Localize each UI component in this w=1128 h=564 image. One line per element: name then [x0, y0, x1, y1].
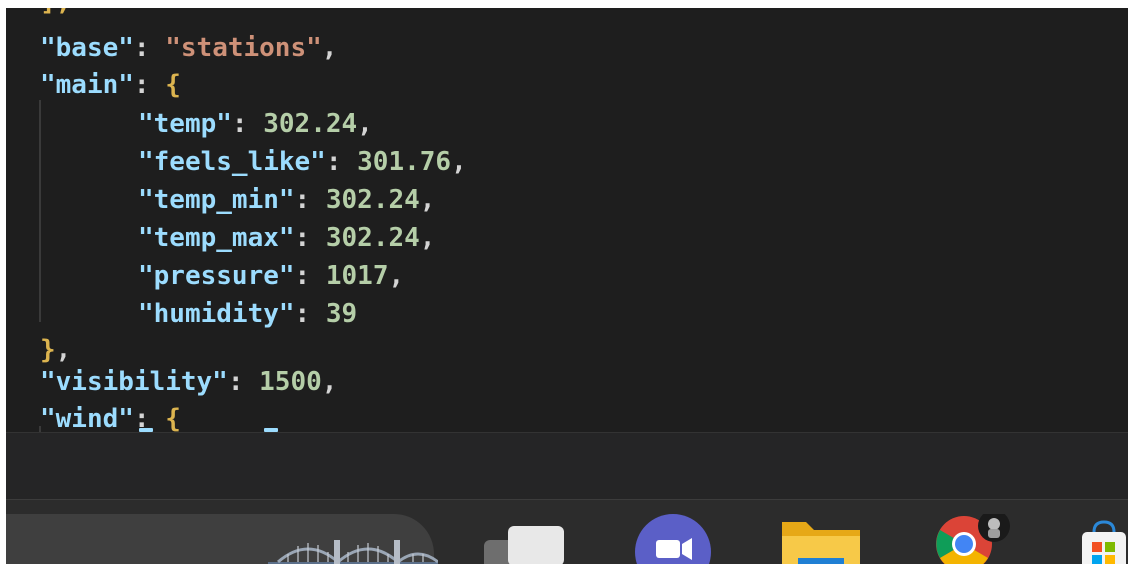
- code-line: "base": "stations",: [40, 33, 338, 63]
- json-number-value: 1017: [325, 261, 389, 291]
- code-line: "temp_max": 302.24,: [138, 223, 436, 253]
- code-line: "feels_like": 301.76,: [138, 147, 467, 177]
- chrome-icon[interactable]: [918, 514, 1018, 564]
- code-line: "temp_min": 302.24,: [138, 185, 436, 215]
- taskbar: [6, 499, 1128, 564]
- code-line: "main": {: [40, 70, 181, 100]
- close-brace: }: [40, 335, 56, 365]
- json-number-value: 302.24: [325, 223, 420, 253]
- json-key: "temp_min": [138, 185, 295, 215]
- code-line: "temp": 302.24,: [138, 109, 373, 139]
- code-line: ],: [40, 8, 71, 20]
- open-brace: {: [165, 404, 181, 432]
- code-editor[interactable]: ], "base": "stations", "main": { "temp":…: [6, 8, 1128, 432]
- code-line: "visibility": 1500,: [40, 367, 338, 397]
- json-number-value: 39: [325, 299, 358, 329]
- json-key: "pressure": [138, 261, 295, 291]
- widgets-bridge-icon: [268, 540, 438, 564]
- file-explorer-icon[interactable]: [776, 514, 866, 564]
- code-line: "humidity": 39: [138, 299, 358, 329]
- json-key: "main": [40, 70, 134, 100]
- code-line: "pressure": 1017,: [138, 261, 405, 291]
- indent-guide: [39, 100, 41, 322]
- editor-bottom-panel: [6, 432, 1128, 500]
- json-key: "visibility": [40, 367, 228, 397]
- open-brace: {: [165, 70, 181, 100]
- partial-line-text: ],: [40, 8, 71, 17]
- json-key: "temp_max": [138, 223, 295, 253]
- json-number-value: 1500: [259, 367, 322, 397]
- json-key: "base": [40, 33, 134, 63]
- code-line: },: [40, 335, 72, 365]
- json-key: "wind": [40, 404, 134, 432]
- screen: ], "base": "stations", "main": { "temp":…: [6, 8, 1128, 564]
- json-key: "humidity": [138, 299, 295, 329]
- json-key: "feels_like": [138, 147, 326, 177]
- json-key: "temp": [138, 109, 232, 139]
- json-number-value: 302.24: [325, 185, 420, 215]
- json-number-value: 301.76: [357, 147, 452, 177]
- task-view-icon[interactable]: [478, 514, 568, 564]
- widgets-button[interactable]: [6, 514, 438, 564]
- microsoft-store-icon[interactable]: [1074, 514, 1128, 564]
- json-string-value: "stations": [165, 33, 322, 63]
- json-number-value: 302.24: [263, 109, 358, 139]
- teams-icon[interactable]: [630, 514, 716, 564]
- code-line: "wind": {: [40, 404, 181, 432]
